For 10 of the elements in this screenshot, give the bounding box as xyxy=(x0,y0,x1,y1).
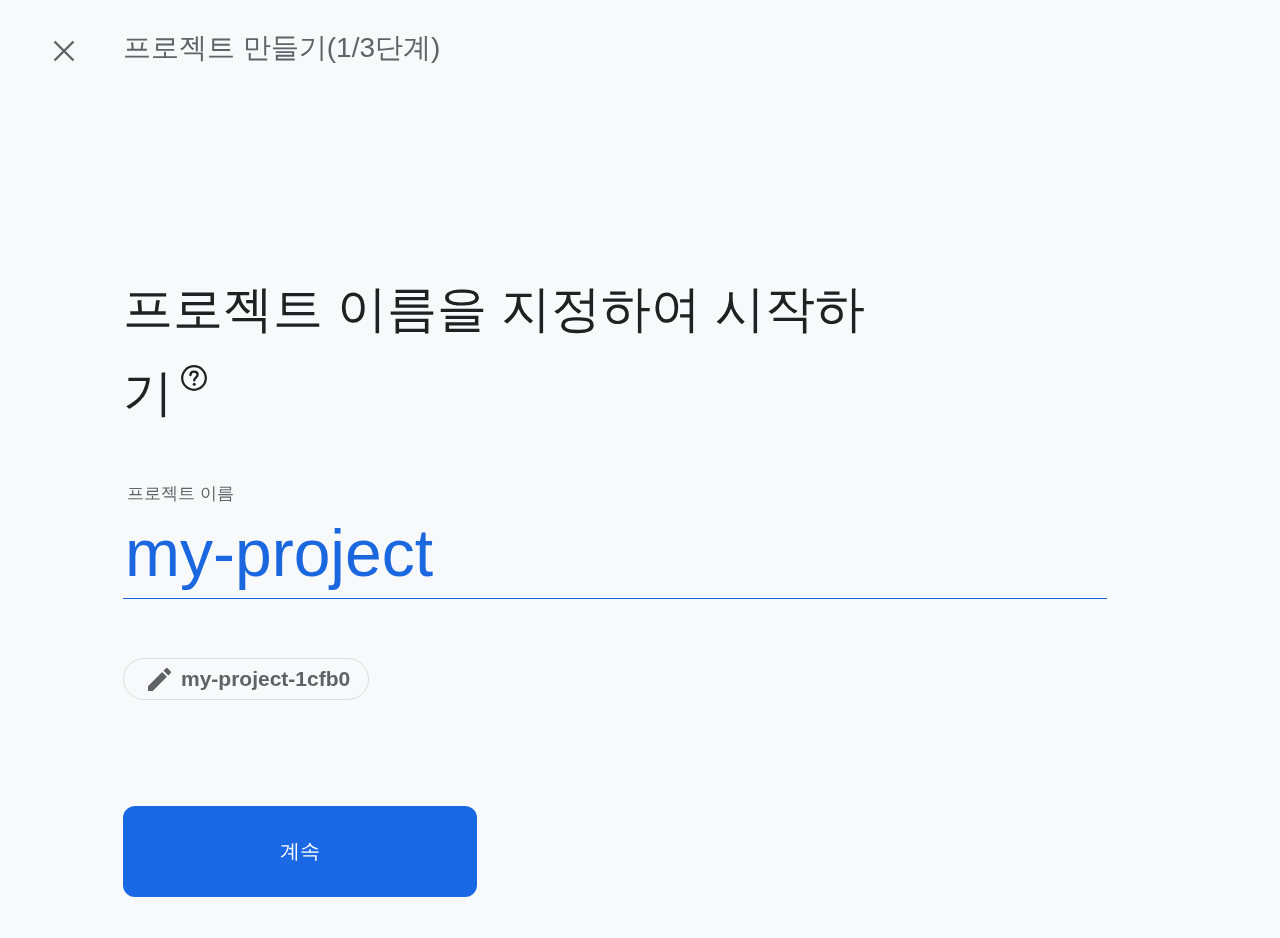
page-title: 프로젝트 만들기(1/3단계) xyxy=(123,31,441,65)
project-name-input[interactable]: my-project xyxy=(123,507,1107,599)
continue-button[interactable]: 계속 xyxy=(123,806,477,897)
page-heading: 프로젝트 이름을 지정하여 시작하 xyxy=(123,280,865,339)
page-heading: 기 xyxy=(123,364,173,423)
close-button[interactable] xyxy=(53,40,75,62)
field-label: 프로젝트 이름 xyxy=(127,483,234,503)
help-icon[interactable] xyxy=(181,365,207,391)
close-icon xyxy=(53,40,75,62)
pencil-icon xyxy=(148,667,171,691)
